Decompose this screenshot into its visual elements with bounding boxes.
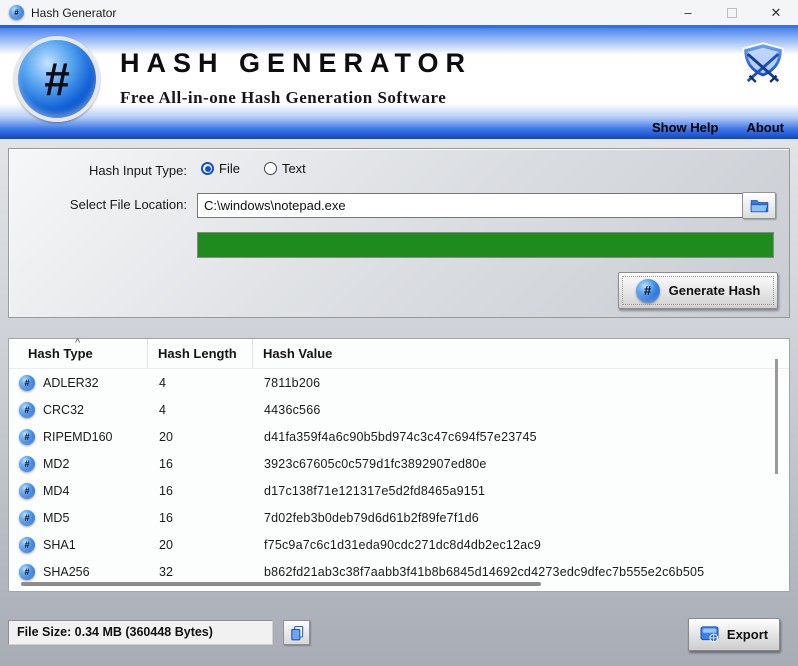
hash-type: SHA1 (43, 538, 76, 552)
hash-type: RIPEMD160 (43, 430, 112, 444)
maximize-button[interactable] (710, 0, 754, 25)
hash-length: 4 (148, 403, 253, 417)
hash-type: MD5 (43, 511, 69, 525)
header-text: HASH GENERATOR Free All-in-one Hash Gene… (120, 48, 472, 108)
titlebar: # Hash Generator – ✕ (0, 0, 798, 25)
export-icon (700, 626, 719, 643)
table-row[interactable]: # MD2 16 3923c67605c0c579d1fc3892907ed80e (9, 450, 789, 477)
input-type-radio-group: File Text (201, 161, 306, 176)
hash-input-type-label: Hash Input Type: (9, 163, 187, 178)
hash-length: 32 (148, 565, 253, 579)
column-header-hash-value[interactable]: Hash Value (253, 339, 789, 368)
hash-value: 7811b206 (253, 376, 789, 390)
table-row[interactable]: # CRC32 4 4436c566 (9, 396, 789, 423)
main-content: Hash Input Type: File Text Select File L… (0, 139, 798, 666)
header-banner: # HASH GENERATOR Free All-in-one Hash Ge… (0, 28, 798, 139)
hash-results-table: ^ Hash Type Hash Length Hash Value # ADLE… (8, 338, 790, 592)
table-row[interactable]: # SHA1 20 f75c9a7c6c1d31eda90cdc271dc8d4d… (9, 531, 789, 558)
table-row[interactable]: # RIPEMD160 20 d41fa359f4a6c90b5bd974c3c4… (9, 423, 789, 450)
hash-type: SHA256 (43, 565, 90, 579)
hash-value: 4436c566 (253, 403, 789, 417)
input-panel: Hash Input Type: File Text Select File L… (8, 148, 790, 318)
hash-row-icon: # (19, 402, 35, 418)
table-row[interactable]: # ADLER32 4 7811b206 (9, 369, 789, 396)
hash-length: 20 (148, 430, 253, 444)
table-header: ^ Hash Type Hash Length Hash Value (9, 339, 789, 369)
maximize-icon (727, 8, 737, 18)
show-help-link[interactable]: Show Help (652, 120, 718, 135)
app-subtitle: Free All-in-one Hash Generation Software (120, 88, 472, 108)
radio-file-label: File (219, 161, 240, 176)
export-label: Export (727, 627, 768, 642)
hash-row-icon: # (19, 429, 35, 445)
file-path-input[interactable] (197, 193, 743, 218)
hash-value: b862fd21ab3c38f7aabb3f41b8b6845d14692cd4… (253, 565, 789, 579)
header-links: Show Help About (652, 120, 784, 135)
hash-type-header-label: Hash Type (28, 346, 93, 361)
copy-button[interactable] (283, 620, 310, 645)
column-header-hash-type[interactable]: ^ Hash Type (9, 339, 148, 368)
hash-row-icon: # (19, 510, 35, 526)
app-title: HASH GENERATOR (120, 48, 472, 79)
hash-length: 4 (148, 376, 253, 390)
hash-value: 3923c67605c0c579d1fc3892907ed80e (253, 457, 789, 471)
app-icon: # (9, 5, 24, 20)
hash-row-icon: # (19, 564, 35, 580)
hash-length: 20 (148, 538, 253, 552)
table-row[interactable]: # MD4 16 d17c138f71e121317e5d2fd8465a9151 (9, 477, 789, 504)
copy-icon (289, 625, 305, 641)
hash-type: MD4 (43, 484, 69, 498)
table-row[interactable]: # MD5 16 7d02feb3b0deb79d6d61b2f89fe7f1d6 (9, 504, 789, 531)
hash-length: 16 (148, 511, 253, 525)
radio-text[interactable]: Text (264, 161, 306, 176)
column-header-hash-length[interactable]: Hash Length (148, 339, 253, 368)
generate-hash-label: Generate Hash (669, 283, 761, 298)
hash-row-icon: # (19, 483, 35, 499)
vertical-scrollbar[interactable] (775, 359, 778, 474)
hash-value-header-label: Hash Value (263, 346, 332, 361)
shield-crossed-swords-icon (736, 40, 790, 88)
table-row[interactable]: # SHA256 32 b862fd21ab3c38f7aabb3f41b8b68… (9, 558, 789, 585)
hash-type: ADLER32 (43, 376, 99, 390)
browse-button[interactable] (742, 192, 776, 219)
hash-row-icon: # (19, 537, 35, 553)
radio-file[interactable]: File (201, 161, 240, 176)
hash-length-header-label: Hash Length (158, 346, 237, 361)
hash-length: 16 (148, 484, 253, 498)
radio-text-circle-icon (264, 162, 277, 175)
progress-bar-fill (198, 233, 773, 257)
window-title: Hash Generator (31, 6, 666, 20)
hash-length: 16 (148, 457, 253, 471)
file-size-field: File Size: 0.34 MB (360448 Bytes) (8, 620, 273, 645)
hash-value: d17c138f71e121317e5d2fd8465a9151 (253, 484, 789, 498)
radio-text-label: Text (282, 161, 306, 176)
radio-file-circle-icon (201, 162, 214, 175)
close-button[interactable]: ✕ (754, 0, 798, 25)
about-link[interactable]: About (746, 120, 784, 135)
progress-bar (197, 232, 774, 258)
hash-value: 7d02feb3b0deb79d6d61b2f89fe7f1d6 (253, 511, 789, 525)
hash-type: CRC32 (43, 403, 84, 417)
hash-type: MD2 (43, 457, 69, 471)
hash-logo-icon: # (14, 36, 100, 122)
hash-row-icon: # (19, 456, 35, 472)
export-button[interactable]: Export (688, 618, 780, 651)
horizontal-scrollbar[interactable] (21, 582, 541, 586)
hash-sphere-icon: # (636, 279, 660, 303)
hash-row-icon: # (19, 375, 35, 391)
sort-asc-icon: ^ (75, 337, 80, 349)
hash-value: d41fa359f4a6c90b5bd974c3c47c694f57e23745 (253, 430, 789, 444)
file-location-label: Select File Location: (9, 197, 187, 212)
hash-value: f75c9a7c6c1d31eda90cdc271dc8d4db2ec12ac9 (253, 538, 789, 552)
minimize-button[interactable]: – (666, 0, 710, 25)
folder-icon (749, 198, 770, 213)
generate-hash-button[interactable]: # Generate Hash (618, 272, 778, 309)
